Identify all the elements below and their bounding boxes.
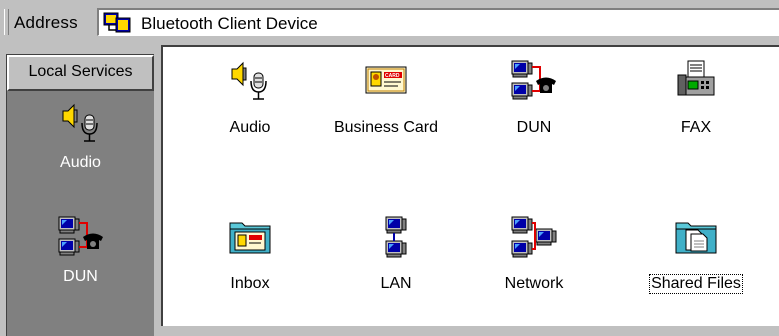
toolbar-grip[interactable] [4, 9, 9, 35]
inbox-folder-icon [228, 215, 272, 259]
lan-icon [374, 215, 418, 259]
service-label: Audio [229, 119, 271, 136]
address-field[interactable]: Bluetooth Client Device [97, 8, 779, 36]
network-icon [510, 215, 558, 259]
business-card-icon [365, 66, 407, 94]
service-label: FAX [680, 119, 712, 136]
service-label: DUN [516, 119, 552, 136]
local-service-audio[interactable]: Audio [7, 101, 154, 172]
service-business-card[interactable]: Business Card [311, 55, 461, 137]
dun-icon [57, 215, 105, 259]
local-services-header[interactable]: Local Services [7, 55, 154, 91]
local-services-panel: Local Services Audio DUN [6, 54, 154, 336]
services-view: Audio Business Card DUN FAX Inbox LAN Ne… [161, 45, 779, 326]
service-fax[interactable]: FAX [621, 55, 771, 137]
service-network[interactable]: Network [459, 211, 609, 293]
service-audio[interactable]: Audio [175, 55, 325, 137]
shared-files-folder-icon [674, 215, 718, 259]
dun-icon [510, 59, 558, 103]
local-services-label: Local Services [28, 63, 133, 80]
service-label: Shared Files [649, 274, 743, 294]
audio-icon [61, 104, 98, 142]
address-value: Bluetooth Client Device [141, 14, 318, 33]
service-shared-files[interactable]: Shared Files [621, 211, 771, 294]
fax-icon [677, 60, 715, 96]
service-label: Network [504, 275, 564, 292]
local-service-dun[interactable]: DUN [7, 215, 154, 286]
service-inbox[interactable]: Inbox [175, 211, 325, 293]
address-label: Address [14, 13, 78, 32]
local-service-dun-label: DUN [63, 268, 98, 285]
address-bar: Address Bluetooth Client Device [0, 0, 779, 43]
service-dun[interactable]: DUN [459, 55, 609, 137]
service-label: Business Card [333, 119, 439, 136]
audio-icon [231, 62, 267, 100]
bluetooth-device-icon [103, 12, 133, 39]
local-services-pane: Local Services Audio DUN [0, 45, 158, 336]
service-lan[interactable]: LAN [321, 211, 471, 293]
service-label: LAN [380, 275, 412, 292]
service-label: Inbox [230, 275, 270, 292]
local-service-audio-label: Audio [60, 154, 101, 171]
